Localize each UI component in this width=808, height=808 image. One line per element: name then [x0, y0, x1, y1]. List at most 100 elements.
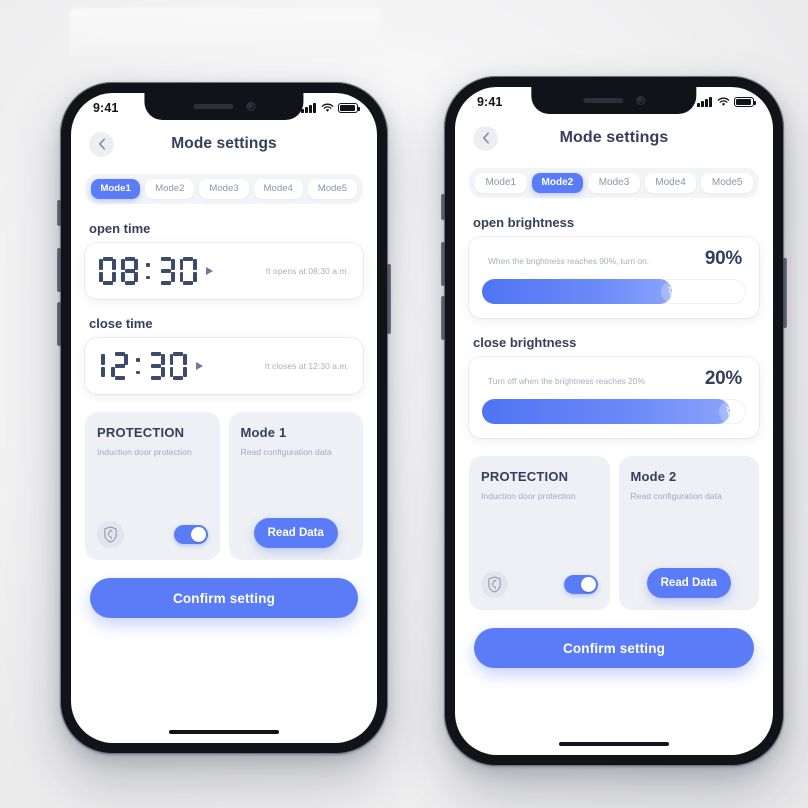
protection-panel: PROTECTION Induction door protection	[469, 456, 610, 610]
battery-icon	[734, 97, 757, 107]
tab-mode3[interactable]: Mode3	[588, 173, 640, 193]
protection-controls	[481, 571, 598, 598]
back-button[interactable]	[89, 131, 114, 157]
close-time-card[interactable]: It closes at 12:30 a.m.	[85, 338, 363, 394]
status-bar-1: 9:41	[71, 93, 377, 123]
open-brightness-header: When the brightness reaches 90%, turn on…	[482, 248, 746, 270]
power-button[interactable]	[783, 258, 787, 328]
slider-thumb-bulb-icon[interactable]	[661, 280, 684, 303]
close-brightness-label: close brightness	[473, 335, 577, 350]
open-brightness-label: open brightness	[473, 215, 575, 230]
mode-card-title: Mode 1	[240, 425, 287, 440]
open-brightness-slider[interactable]	[482, 279, 746, 304]
volume-down-button[interactable]	[57, 302, 61, 346]
digit-0b	[169, 352, 187, 380]
read-data-button[interactable]: Read Data	[646, 568, 731, 598]
close-brightness-value: 20%	[704, 368, 742, 389]
close-brightness-slider[interactable]	[482, 399, 746, 424]
colon-separator	[136, 357, 140, 375]
digit-0b	[179, 257, 197, 285]
silent-switch[interactable]	[441, 194, 445, 220]
tab-mode5[interactable]: Mode5	[701, 173, 753, 193]
protection-controls	[97, 521, 208, 548]
tab-mode2[interactable]: Mode2	[531, 173, 584, 193]
status-bar-indicators	[697, 97, 757, 107]
page-title: Mode settings	[171, 135, 277, 152]
close-time-label: close time	[89, 316, 153, 331]
open-time-card[interactable]: It opens at 08:30 a.m.	[85, 243, 363, 299]
shield-chicken-icon	[97, 521, 124, 548]
digit-3	[158, 257, 175, 285]
confirm-setting-button[interactable]: Confirm setting	[90, 578, 358, 618]
close-brightness-card: Turn off when the brightness reaches 20%…	[469, 357, 759, 438]
open-time-label: open time	[89, 221, 151, 236]
power-button[interactable]	[387, 264, 391, 334]
open-brightness-value: 90%	[704, 248, 742, 269]
volume-up-button[interactable]	[441, 242, 445, 286]
silent-switch[interactable]	[57, 200, 61, 226]
protection-description: Induction door protection	[481, 491, 576, 501]
phone-2-screen: 9:41 Mode settings Mode1 Mode2 Mode3 Mod…	[455, 87, 773, 755]
open-brightness-description: When the brightness reaches 90%, turn on…	[488, 256, 650, 266]
phone-1-screen: 9:41 Mode settings Mode1 Mode2 Mode3 Mod…	[71, 93, 377, 743]
slider-fill	[482, 399, 731, 424]
mode-tab-bar-2: Mode1 Mode2 Mode3 Mode4 Mode5	[469, 168, 759, 198]
tab-mode2[interactable]: Mode2	[145, 179, 195, 199]
shield-chicken-icon	[481, 571, 508, 598]
wifi-icon	[321, 103, 333, 112]
mode-panel: Mode 2 Read configuration data Read Data	[618, 456, 759, 610]
mode-card-description: Read configuration data	[240, 447, 332, 457]
tab-mode4[interactable]: Mode4	[253, 179, 303, 199]
home-indicator[interactable]	[169, 730, 279, 734]
digit-8	[121, 257, 138, 285]
slider-thumb-bulb-icon[interactable]	[719, 400, 742, 423]
home-indicator[interactable]	[559, 742, 669, 746]
tab-mode1[interactable]: Mode1	[91, 179, 141, 199]
play-caret-icon[interactable]	[195, 362, 203, 370]
protection-title: PROTECTION	[97, 425, 185, 440]
battery-icon	[338, 103, 361, 113]
mode-card-description: Read configuration data	[630, 491, 722, 501]
colon-separator	[146, 262, 150, 280]
protection-description: Induction door protection	[97, 447, 192, 457]
confirm-setting-button[interactable]: Confirm setting	[474, 628, 754, 668]
protection-toggle[interactable]	[173, 525, 208, 544]
play-caret-icon[interactable]	[205, 267, 213, 275]
status-bar-indicators	[301, 103, 361, 113]
chevron-left-icon	[98, 138, 105, 150]
mode-card-title: Mode 2	[630, 469, 677, 484]
digit-1	[99, 352, 106, 380]
digit-2	[111, 352, 128, 380]
digit-0	[99, 257, 116, 285]
protection-title: PROTECTION	[481, 469, 569, 484]
tab-mode1[interactable]: Mode1	[475, 173, 527, 193]
signal-bars-icon	[697, 97, 712, 107]
app-bar-2: Mode settings	[455, 117, 773, 159]
back-button[interactable]	[473, 125, 498, 151]
signal-bars-icon	[301, 103, 316, 113]
app-bar-1: Mode settings	[71, 123, 377, 165]
mode-tab-bar-1: Mode1 Mode2 Mode3 Mode4 Mode5	[85, 174, 363, 204]
chevron-left-icon	[482, 132, 489, 144]
tab-mode3[interactable]: Mode3	[199, 179, 249, 199]
status-bar-time: 9:41	[477, 95, 503, 109]
tab-mode5[interactable]: Mode5	[307, 179, 358, 199]
volume-up-button[interactable]	[57, 248, 61, 292]
status-bar-time: 9:41	[93, 101, 119, 115]
protection-toggle[interactable]	[563, 575, 598, 594]
status-bar-2: 9:41	[455, 87, 773, 117]
bottom-panels-2: PROTECTION Induction door protection Mod…	[469, 456, 759, 610]
volume-down-button[interactable]	[441, 296, 445, 340]
phone-device-2: 9:41 Mode settings Mode1 Mode2 Mode3 Mod…	[441, 76, 787, 766]
tab-mode4[interactable]: Mode4	[644, 173, 697, 193]
slider-fill	[482, 279, 673, 304]
phone-mockup-stage: 9:41 Mode settings Mode1 Mode2 Mode3 Mod…	[0, 0, 808, 808]
close-time-display	[99, 352, 187, 380]
read-data-button[interactable]: Read Data	[253, 518, 338, 548]
phone-device-1: 9:41 Mode settings Mode1 Mode2 Mode3 Mod…	[57, 82, 391, 754]
open-brightness-card: When the brightness reaches 90%, turn on…	[469, 237, 759, 318]
mode-panel: Mode 1 Read configuration data Read Data	[228, 412, 363, 560]
open-time-hint: It opens at 08:30 a.m.	[265, 266, 349, 276]
protection-panel: PROTECTION Induction door protection	[85, 412, 220, 560]
bottom-panels-1: PROTECTION Induction door protection Mod…	[85, 412, 363, 560]
